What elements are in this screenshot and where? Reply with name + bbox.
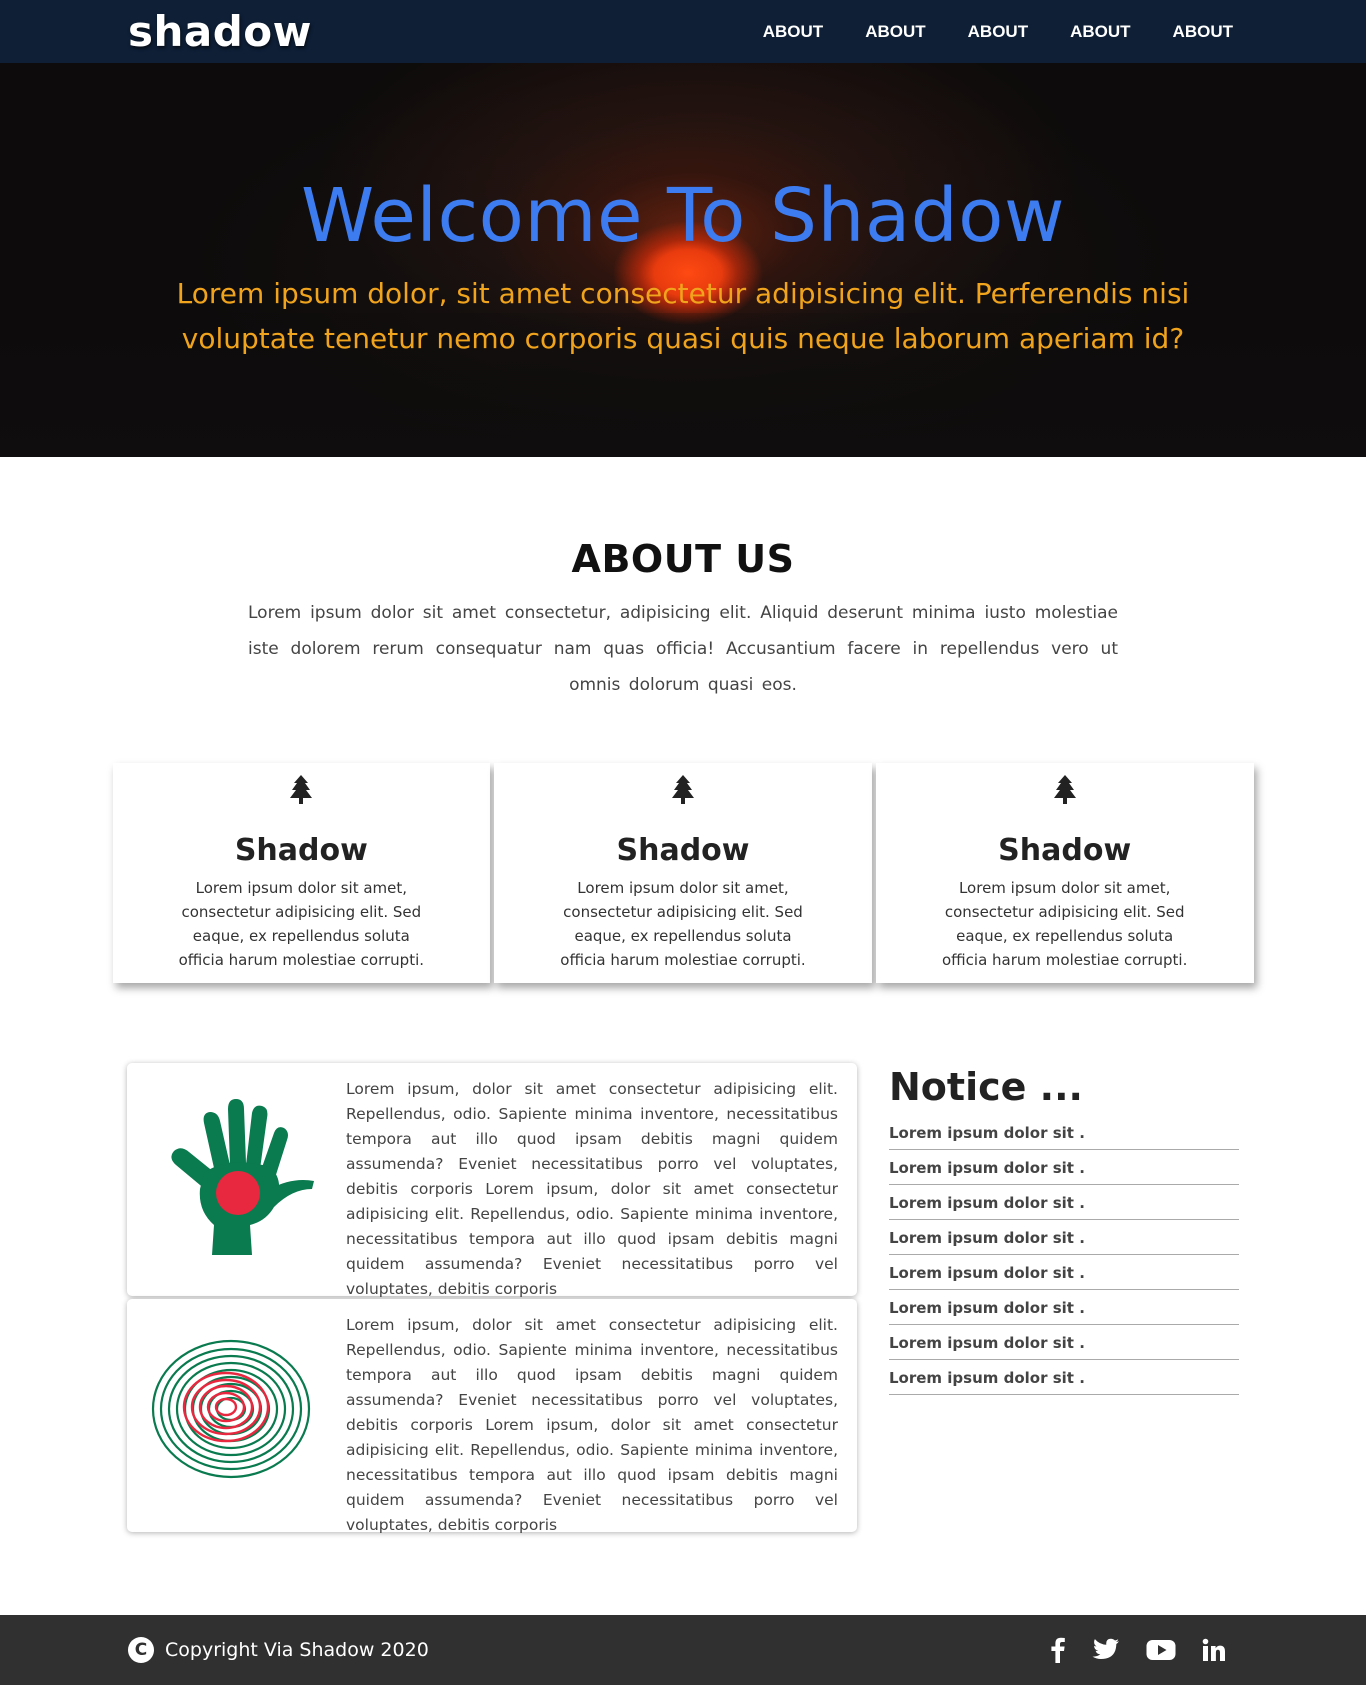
hero-content: Welcome To Shadow Lorem ipsum dolor, sit… bbox=[0, 63, 1366, 361]
nav-link-about-5[interactable]: ABOUT bbox=[1173, 22, 1233, 42]
facebook-icon[interactable] bbox=[1050, 1637, 1066, 1663]
bangladesh-flag-hand-image bbox=[171, 1099, 314, 1255]
footer: C Copyright Via Shadow 2020 bbox=[0, 1615, 1366, 1685]
about-text: Lorem ipsum dolor sit amet consectetur, … bbox=[248, 603, 1118, 695]
notice-item[interactable]: Lorem ipsum dolor sit . bbox=[889, 1115, 1239, 1150]
post-card: Lorem ipsum, dolor sit amet consectetur … bbox=[127, 1299, 857, 1534]
notice-item[interactable]: Lorem ipsum dolor sit . bbox=[889, 1220, 1239, 1255]
feature-card: Shadow Lorem ipsum dolor sit amet, conse… bbox=[494, 763, 872, 983]
notice-item[interactable]: Lorem ipsum dolor sit . bbox=[889, 1185, 1239, 1220]
feature-card: Shadow Lorem ipsum dolor sit amet, conse… bbox=[112, 763, 491, 983]
tree-icon bbox=[1053, 775, 1076, 804]
feature-cards: Shadow Lorem ipsum dolor sit amet, conse… bbox=[112, 763, 1254, 983]
post-text: Lorem ipsum, dolor sit amet consectetur … bbox=[346, 1080, 838, 1298]
bangladesh-flag-fingerprint-image bbox=[151, 1339, 311, 1479]
notice-item[interactable]: Lorem ipsum dolor sit . bbox=[889, 1290, 1239, 1325]
nav-links: ABOUT ABOUT ABOUT ABOUT ABOUT bbox=[763, 22, 1233, 42]
notice-panel: Notice ... Lorem ipsum dolor sit . Lorem… bbox=[889, 1065, 1239, 1535]
copyright-icon: C bbox=[128, 1637, 154, 1663]
nav-link-about-2[interactable]: ABOUT bbox=[865, 22, 925, 42]
card-text: Lorem ipsum dolor sit amet, consectetur … bbox=[560, 879, 806, 969]
social-links bbox=[1050, 1637, 1226, 1663]
about-section: ABOUT US Lorem ipsum dolor sit amet cons… bbox=[0, 457, 1366, 703]
post-text: Lorem ipsum, dolor sit amet consectetur … bbox=[346, 1316, 838, 1534]
notice-item[interactable]: Lorem ipsum dolor sit . bbox=[889, 1255, 1239, 1290]
notice-item[interactable]: Lorem ipsum dolor sit . bbox=[889, 1325, 1239, 1360]
notice-title: Notice ... bbox=[889, 1065, 1083, 1109]
copyright: C Copyright Via Shadow 2020 bbox=[128, 1637, 429, 1663]
hero-banner: Welcome To Shadow Lorem ipsum dolor, sit… bbox=[0, 63, 1366, 457]
notice-item[interactable]: Lorem ipsum dolor sit . bbox=[889, 1360, 1239, 1395]
nav-link-about-1[interactable]: ABOUT bbox=[763, 22, 823, 42]
navbar: shadow ABOUT ABOUT ABOUT ABOUT ABOUT bbox=[0, 0, 1366, 63]
post-card: Lorem ipsum, dolor sit amet consectetur … bbox=[127, 1063, 857, 1298]
card-title: Shadow bbox=[616, 833, 750, 868]
card-title: Shadow bbox=[998, 833, 1132, 868]
tree-icon bbox=[672, 775, 694, 804]
brand-logo[interactable]: shadow bbox=[128, 7, 312, 56]
feature-card: Shadow Lorem ipsum dolor sit amet, conse… bbox=[875, 763, 1254, 983]
notice-item[interactable]: Lorem ipsum dolor sit . bbox=[889, 1150, 1239, 1185]
card-title: Shadow bbox=[234, 833, 368, 868]
youtube-icon[interactable] bbox=[1146, 1639, 1176, 1661]
about-title: ABOUT US bbox=[571, 537, 795, 581]
post-list: Lorem ipsum, dolor sit amet consectetur … bbox=[127, 1063, 857, 1535]
nav-link-about-4[interactable]: ABOUT bbox=[1070, 22, 1130, 42]
linkedin-icon[interactable] bbox=[1202, 1638, 1226, 1662]
card-text: Lorem ipsum dolor sit amet, consectetur … bbox=[941, 879, 1188, 969]
twitter-icon[interactable] bbox=[1092, 1638, 1120, 1662]
hero-title: Welcome To Shadow bbox=[301, 173, 1065, 259]
tree-icon bbox=[290, 775, 313, 804]
card-text: Lorem ipsum dolor sit amet, consectetur … bbox=[178, 879, 425, 969]
content-section: Lorem ipsum, dolor sit amet consectetur … bbox=[127, 1063, 1239, 1535]
hero-subtitle: Lorem ipsum dolor, sit amet consectetur … bbox=[176, 277, 1190, 355]
nav-link-about-3[interactable]: ABOUT bbox=[968, 22, 1028, 42]
copyright-text: Copyright Via Shadow 2020 bbox=[165, 1639, 429, 1661]
